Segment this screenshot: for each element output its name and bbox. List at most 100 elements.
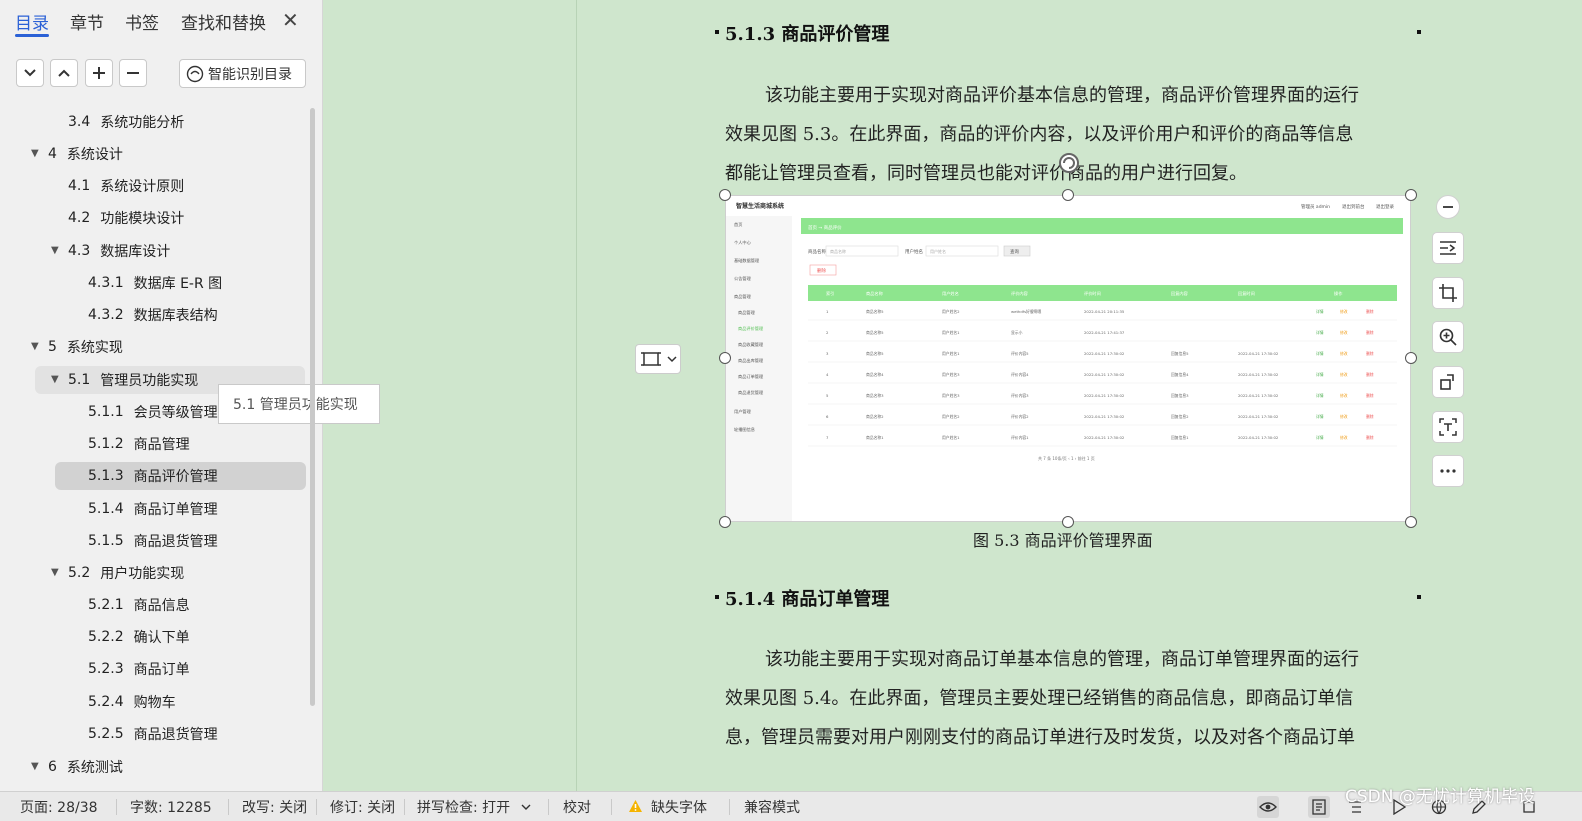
toc-item[interactable]: 5.1.2 商品管理 [88, 430, 190, 458]
embedded-column-header: 用户姓名 [942, 290, 959, 297]
expand-arrow-icon[interactable]: ▼ [31, 148, 39, 159]
embedded-op-edit: 修改 [1340, 393, 1348, 398]
word-count[interactable]: 字数: 12285 [130, 797, 212, 817]
toc-item[interactable]: 4.3.1 数据库 E-R 图 [88, 269, 222, 297]
toc-item[interactable]: 5.2.1 商品信息 [88, 591, 190, 619]
resize-handle[interactable] [1405, 352, 1417, 364]
expand-arrow-icon[interactable]: ▼ [51, 567, 59, 578]
resize-handle[interactable] [719, 516, 731, 528]
embedded-op-delete: 删除 [1366, 351, 1374, 356]
embedded-menu-item: 商品订单管理 [738, 373, 764, 380]
expand-button[interactable] [50, 59, 78, 87]
paragraph-line: 效果见图 5.4。在此界面，管理员主要处理已经销售的商品信息，即商品订单信 [725, 688, 1354, 709]
embedded-figure[interactable]: 智慧生活商城系统 管理员 admin 退出到前台 退出登录 首页 个人中心 基础数据… [725, 195, 1411, 522]
toc-item[interactable]: 4.3 数据库设计 [68, 237, 170, 265]
paragraph-mark [715, 595, 719, 599]
rotate-button[interactable] [1432, 366, 1464, 398]
collapse-button[interactable] [16, 59, 44, 87]
heading-5-1-3[interactable]: 5.1.3 商品评价管理 [725, 20, 889, 46]
expand-arrow-icon[interactable]: ▼ [31, 761, 39, 772]
embedded-cell: 商品名称4 [866, 372, 884, 377]
toc-item[interactable]: 4.3.2 数据库表结构 [88, 301, 218, 329]
add-heading-button[interactable] [85, 59, 113, 87]
toc-item[interactable]: 5.1.4 商品订单管理 [88, 495, 218, 523]
toc-label: 管理员功能实现 [100, 373, 199, 389]
embedded-cell: 用户姓名3 [942, 372, 960, 377]
page-count[interactable]: 页面: 28/38 [20, 797, 98, 817]
expand-arrow-icon[interactable]: ▼ [51, 245, 59, 256]
embedded-cell: 回复信息4 [1171, 372, 1189, 377]
embedded-cell: 用户姓名1 [942, 351, 960, 356]
toc-item[interactable]: 4.2 功能模块设计 [68, 204, 184, 232]
overwrite-mode[interactable]: 改写: 关闭 [242, 797, 307, 817]
paragraph-2[interactable]: 该功能主要用于实现对商品订单基本信息的管理，商品订单管理界面的运行 效果见图 5… [725, 640, 1415, 757]
toc-item[interactable]: 6 系统测试 [48, 753, 123, 781]
text-wrap-button[interactable] [1432, 232, 1464, 264]
tab-bookmarks[interactable]: 书签 [125, 9, 159, 34]
embedded-cell: 2022-04-21 17:30:02 [1084, 435, 1125, 440]
toc-item[interactable]: 4 系统设计 [48, 140, 123, 168]
toc-num: 4.2 [68, 210, 91, 226]
track-changes[interactable]: 修订: 关闭 [330, 797, 395, 817]
document-page[interactable]: 5.1.3 商品评价管理 该功能主要用于实现对商品评价基本信息的管理，商品评价管… [576, 0, 1559, 791]
expand-arrow-icon[interactable]: ▼ [31, 341, 39, 352]
smart-recognize-icon [186, 65, 204, 82]
paragraph-1[interactable]: 该功能主要用于实现对商品评价基本信息的管理，商品评价管理界面的运行 效果见图 5… [725, 76, 1415, 193]
image-layout-button[interactable] [635, 344, 681, 374]
crop-button[interactable] [1432, 277, 1464, 309]
toc-item[interactable]: 5.2.3 商品订单 [88, 655, 190, 683]
rotate-icon [1440, 374, 1454, 390]
toc-num: 5.1.1 [88, 404, 124, 420]
figure-caption[interactable]: 图 5.3 商品评价管理界面 [973, 527, 1153, 551]
spell-check[interactable]: 拼写检查: 打开 [417, 797, 510, 817]
toc-item[interactable]: 5.2.2 确认下单 [88, 623, 190, 651]
toc-num: 6 [48, 759, 57, 775]
extract-text-button[interactable] [1432, 411, 1464, 443]
heading-5-1-4[interactable]: 5.1.4 商品订单管理 [725, 585, 889, 611]
eye-protect-button[interactable] [1257, 796, 1279, 818]
toc-num: 5.1 [68, 372, 91, 388]
resize-handle[interactable] [1062, 189, 1074, 201]
resize-handle[interactable] [1405, 516, 1417, 528]
more-options-button[interactable] [1432, 455, 1464, 487]
toc-item[interactable]: 5 系统实现 [48, 333, 123, 361]
toc-item[interactable]: 5.1 管理员功能实现 [68, 366, 198, 394]
toc-item[interactable]: 5.2.4 购物车 [88, 688, 176, 716]
remove-heading-button[interactable] [119, 59, 147, 87]
toc-item[interactable]: 5.1.5 商品退货管理 [88, 527, 218, 555]
divider [611, 799, 612, 815]
close-pane-icon[interactable]: ✕ [282, 8, 299, 32]
embedded-menu-item: 商品出库管理 [738, 357, 764, 364]
toc-label: 功能模块设计 [100, 211, 185, 227]
proofread-button[interactable]: 校对 [563, 797, 591, 817]
toc-item[interactable]: 4.1 系统设计原则 [68, 172, 184, 200]
resize-handle[interactable] [719, 189, 731, 201]
tab-toc[interactable]: 目录 [15, 9, 49, 34]
page-view-button[interactable] [1308, 796, 1330, 818]
toc-item[interactable]: 5.2.5 商品退货管理 [88, 720, 218, 748]
chevron-down-icon[interactable] [521, 803, 531, 811]
rotate-handle-icon[interactable] [1058, 152, 1080, 174]
smart-toc-button[interactable]: 智能识别目录 [179, 59, 306, 88]
missing-font-button[interactable]: 缺失字体 [651, 797, 707, 817]
toc-num: 5.2.2 [88, 629, 124, 645]
page-view-icon [1312, 799, 1326, 815]
warning-icon [629, 800, 642, 812]
toc-item[interactable]: 5.1.3 商品评价管理 [88, 462, 218, 490]
embedded-op-delete: 删除 [1366, 435, 1374, 440]
expand-arrow-icon[interactable]: ▼ [51, 374, 59, 385]
toc-num: 3.4 [68, 114, 91, 130]
toc-item[interactable]: 3.4 系统功能分析 [68, 108, 184, 136]
paragraph-line: 该功能主要用于实现对商品订单基本信息的管理，商品订单管理界面的运行 [765, 649, 1359, 670]
toc-item[interactable]: 5.1.1 会员等级管理 [88, 398, 218, 426]
collapse-toolbar-button[interactable] [1436, 195, 1460, 219]
toc-item[interactable]: 5.2 用户功能实现 [68, 559, 184, 587]
tab-chapters[interactable]: 章节 [70, 9, 104, 34]
embedded-pager: 共 7 条 10条/页 ‹ 1 › 前往 1 页 [1038, 455, 1095, 461]
resize-handle[interactable] [1405, 189, 1417, 201]
embedded-column-header: 评价内容 [1011, 290, 1028, 297]
resize-handle[interactable] [719, 352, 731, 364]
tab-find-replace[interactable]: 查找和替换 [181, 9, 266, 34]
toc-scrollbar[interactable] [310, 108, 315, 706]
zoom-button[interactable] [1432, 321, 1464, 353]
